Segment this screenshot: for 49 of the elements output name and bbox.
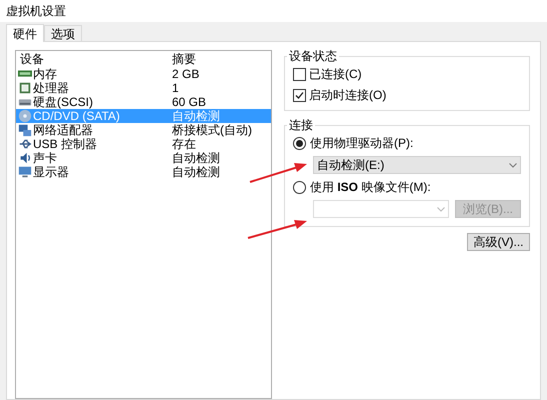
group-title: 连接 <box>287 118 315 132</box>
radio-label: 使用 ISO 映像文件(M): <box>310 179 431 196</box>
network-icon <box>18 123 32 137</box>
window-title: 虚拟机设置 <box>6 3 66 20</box>
device-summary: 自动检测 <box>171 108 220 124</box>
device-summary: 自动检测 <box>171 164 220 181</box>
device-name: 硬盘(SCSI) <box>33 94 93 111</box>
checkbox-label: 已连接(C) <box>309 66 362 83</box>
device-summary: 自动检测 <box>171 150 220 166</box>
device-summary: 1 <box>171 80 179 97</box>
device-name: 声卡 <box>33 150 57 166</box>
group-title: 设备状态 <box>287 49 339 63</box>
device-summary: 桥接模式(自动) <box>171 122 252 138</box>
device-name: CD/DVD (SATA) <box>33 108 120 124</box>
column-header[interactable]: 摘要 <box>170 50 196 68</box>
device-name: 显示器 <box>33 164 69 181</box>
disc-icon <box>18 109 32 123</box>
device-name: 内存 <box>33 66 57 82</box>
device-row[interactable]: USB 控制器 存在 <box>16 137 271 151</box>
device-row[interactable]: 处理器 1 <box>16 81 271 95</box>
advanced-button[interactable]: 高级(V)... <box>467 233 530 251</box>
usb-icon <box>18 137 32 151</box>
device-summary: 60 GB <box>171 94 206 110</box>
radio-label: 使用物理驱动器(P): <box>310 135 414 152</box>
device-row[interactable]: 硬盘(SCSI) 60 GB <box>16 95 271 109</box>
caret-icon <box>437 206 445 212</box>
checkbox-label: 启动时连接(O) <box>309 87 386 104</box>
device-row[interactable]: 网络适配器 桥接模式(自动) <box>16 123 271 137</box>
device-row[interactable]: 声卡 自动检测 <box>16 151 271 165</box>
checkbox[interactable] <box>293 88 306 102</box>
device-summary: 存在 <box>171 136 196 152</box>
device-summary: 2 GB <box>171 66 200 83</box>
speaker-icon <box>18 151 32 165</box>
checkbox[interactable] <box>293 68 306 80</box>
radio-button[interactable] <box>293 180 306 194</box>
device-name: 网络适配器 <box>33 122 93 138</box>
radio-button[interactable] <box>293 136 306 150</box>
caret-icon <box>509 162 517 168</box>
chip-icon <box>18 81 32 95</box>
device-row[interactable]: 显示器 自动检测 <box>16 165 271 179</box>
monitor-icon <box>18 165 32 179</box>
dropdown-value: 自动检测(E:) <box>317 157 384 174</box>
device-name: 处理器 <box>33 80 69 96</box>
column-header[interactable]: 设备 <box>16 50 170 68</box>
tab[interactable]: 硬件 <box>6 24 44 42</box>
tab[interactable]: 选项 <box>44 25 82 41</box>
device-name: USB 控制器 <box>33 136 98 152</box>
device-row[interactable]: 内存 2 GB <box>16 67 271 81</box>
dropdown[interactable]: 自动检测(E:) <box>313 156 521 174</box>
